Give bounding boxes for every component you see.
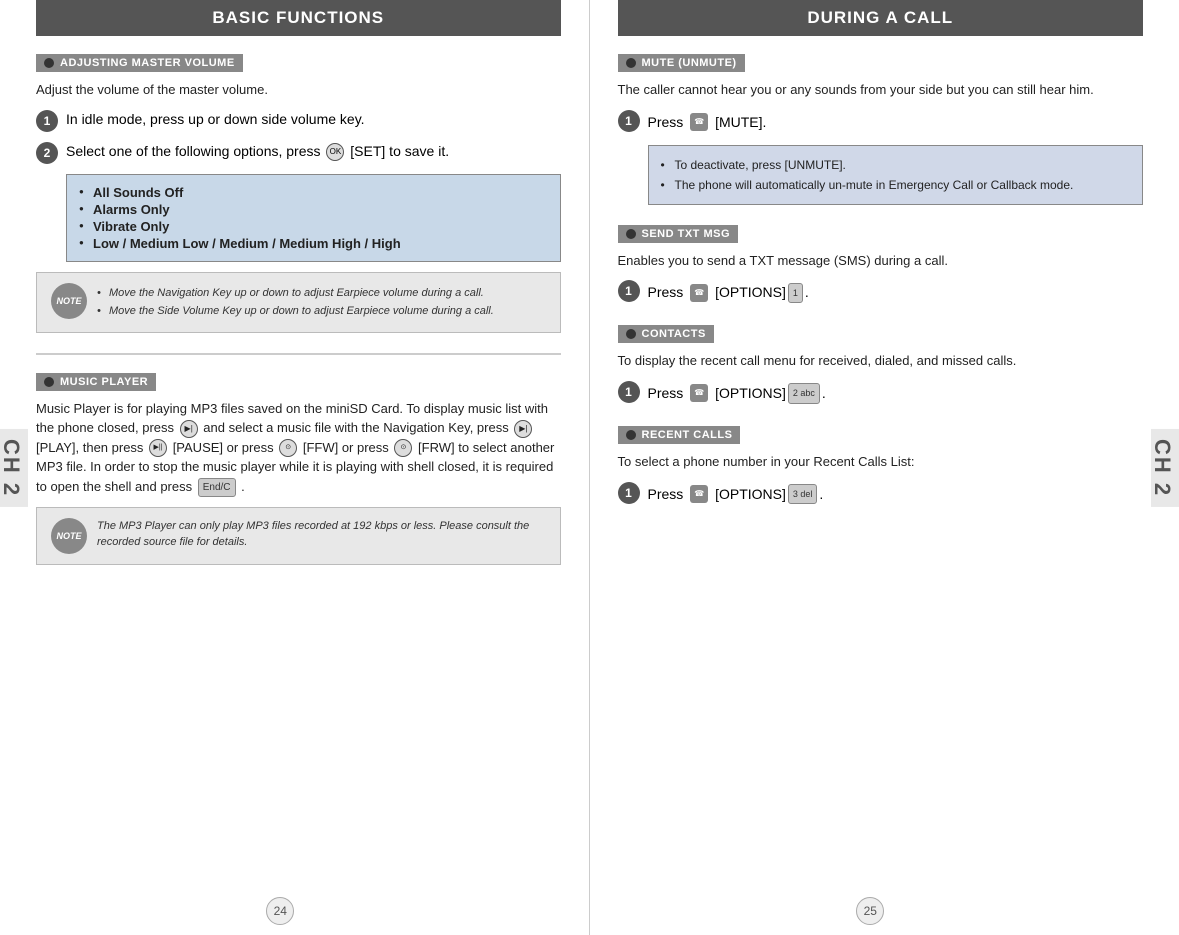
option-volume-levels: Low / Medium Low / Medium / Medium High … bbox=[79, 236, 548, 251]
recent-calls-phone-icon: ☎ bbox=[690, 485, 708, 503]
mute-step-circle: 1 bbox=[618, 110, 640, 132]
chapter-label-right: CH 2 bbox=[1151, 428, 1179, 506]
send-txt-key-badge: 1 bbox=[788, 283, 803, 303]
mute-desc: The caller cannot hear you or any sounds… bbox=[618, 80, 1144, 100]
end-key-badge: End/C bbox=[198, 478, 236, 497]
recent-calls-step-text: Press ☎ [OPTIONS] 3 del . bbox=[648, 482, 1144, 507]
contacts-key-badge: 2 abc bbox=[788, 383, 820, 403]
note-icon-2: NOTE bbox=[51, 518, 87, 554]
page-number-left: 24 bbox=[266, 897, 294, 925]
header-dot-2 bbox=[44, 377, 54, 387]
right-page: CH 2 DURING A CALL MUTE (UNMUTE) The cal… bbox=[590, 0, 1179, 935]
option-all-sounds-off: All Sounds Off bbox=[79, 185, 548, 200]
recent-calls-key-badge: 3 del bbox=[788, 484, 818, 504]
mute-step-text: Press ☎ [MUTE]. bbox=[648, 110, 1144, 135]
mute-info-1: To deactivate, press [UNMUTE]. bbox=[661, 156, 1131, 174]
play-icon: ▶| bbox=[180, 420, 198, 438]
option-alarms-only: Alarms Only bbox=[79, 202, 548, 217]
volume-options-list: All Sounds Off Alarms Only Vibrate Only … bbox=[66, 174, 561, 262]
during-a-call-header: DURING A CALL bbox=[618, 0, 1144, 36]
play-btn-icon: ▶| bbox=[514, 420, 532, 438]
chapter-label-left: CH 2 bbox=[0, 428, 28, 506]
recent-calls-step-circle: 1 bbox=[618, 482, 640, 504]
music-note-text: The MP3 Player can only play MP3 files r… bbox=[97, 518, 546, 551]
contacts-phone-icon: ☎ bbox=[690, 384, 708, 402]
step-2-circle: 2 bbox=[36, 142, 58, 164]
pause-btn-icon: ▶|| bbox=[149, 439, 167, 457]
music-player-desc: Music Player is for playing MP3 files sa… bbox=[36, 399, 561, 497]
mute-section: MUTE (UNMUTE) The caller cannot hear you… bbox=[618, 54, 1144, 205]
basic-functions-header: BASIC FUNCTIONS bbox=[36, 0, 561, 36]
note-text: Move the Navigation Key up or down to ad… bbox=[97, 283, 494, 322]
recent-calls-header: RECENT CALLS bbox=[618, 426, 741, 444]
recent-calls-dot bbox=[626, 430, 636, 440]
mute-info-box: To deactivate, press [UNMUTE]. The phone… bbox=[648, 145, 1144, 205]
option-vibrate-only: Vibrate Only bbox=[79, 219, 548, 234]
contacts-step-circle: 1 bbox=[618, 381, 640, 403]
send-txt-step-circle: 1 bbox=[618, 280, 640, 302]
mute-info-2: The phone will automatically un-mute in … bbox=[661, 176, 1131, 194]
header-dot bbox=[44, 58, 54, 68]
send-txt-header: SEND TXT MSG bbox=[618, 225, 739, 243]
note-icon: NOTE bbox=[51, 283, 87, 319]
send-txt-step-text: Press ☎ [OPTIONS] 1 . bbox=[648, 280, 1144, 305]
ffw-btn-icon: ⊙ bbox=[279, 439, 297, 457]
frw-btn-icon: ⊙ bbox=[394, 439, 412, 457]
send-txt-step-1: 1 Press ☎ [OPTIONS] 1 . bbox=[618, 280, 1144, 305]
adjusting-volume-section: ADJUSTING MASTER VOLUME Adjust the volum… bbox=[36, 54, 561, 333]
left-page: CH 2 BASIC FUNCTIONS ADJUSTING MASTER VO… bbox=[0, 0, 590, 935]
step-1-circle: 1 bbox=[36, 110, 58, 132]
music-note-box: NOTE The MP3 Player can only play MP3 fi… bbox=[36, 507, 561, 565]
contacts-header: CONTACTS bbox=[618, 325, 714, 343]
music-player-section: MUSIC PLAYER Music Player is for playing… bbox=[36, 373, 561, 565]
contacts-step-1: 1 Press ☎ [OPTIONS] 2 abc . bbox=[618, 381, 1144, 406]
contacts-section: CONTACTS To display the recent call menu… bbox=[618, 325, 1144, 406]
volume-step-2: 2 Select one of the following options, p… bbox=[36, 142, 561, 164]
step-1-text: In idle mode, press up or down side volu… bbox=[66, 110, 561, 130]
volume-step-1: 1 In idle mode, press up or down side vo… bbox=[36, 110, 561, 132]
recent-calls-step-1: 1 Press ☎ [OPTIONS] 3 del . bbox=[618, 482, 1144, 507]
recent-calls-desc: To select a phone number in your Recent … bbox=[618, 452, 1144, 472]
mute-step-1: 1 Press ☎ [MUTE]. bbox=[618, 110, 1144, 135]
contacts-desc: To display the recent call menu for rece… bbox=[618, 351, 1144, 371]
section-divider-1 bbox=[36, 353, 561, 355]
note-item-2: Move the Side Volume Key up or down to a… bbox=[97, 303, 494, 320]
send-txt-desc: Enables you to send a TXT message (SMS) … bbox=[618, 251, 1144, 271]
ok-key-icon: OK bbox=[326, 143, 344, 161]
note-item-1: Move the Navigation Key up or down to ad… bbox=[97, 285, 494, 302]
page-number-right: 25 bbox=[856, 897, 884, 925]
adjusting-volume-header: ADJUSTING MASTER VOLUME bbox=[36, 54, 243, 72]
send-txt-phone-icon: ☎ bbox=[690, 284, 708, 302]
contacts-step-text: Press ☎ [OPTIONS] 2 abc . bbox=[648, 381, 1144, 406]
mute-dot bbox=[626, 58, 636, 68]
step-2-text: Select one of the following options, pre… bbox=[66, 142, 561, 162]
recent-calls-section: RECENT CALLS To select a phone number in… bbox=[618, 426, 1144, 507]
send-txt-dot bbox=[626, 229, 636, 239]
music-player-header: MUSIC PLAYER bbox=[36, 373, 156, 391]
volume-note-box: NOTE Move the Navigation Key up or down … bbox=[36, 272, 561, 333]
contacts-dot bbox=[626, 329, 636, 339]
adjusting-volume-desc: Adjust the volume of the master volume. bbox=[36, 80, 561, 100]
mute-header: MUTE (UNMUTE) bbox=[618, 54, 745, 72]
mute-phone-icon: ☎ bbox=[690, 113, 708, 131]
send-txt-section: SEND TXT MSG Enables you to send a TXT m… bbox=[618, 225, 1144, 306]
